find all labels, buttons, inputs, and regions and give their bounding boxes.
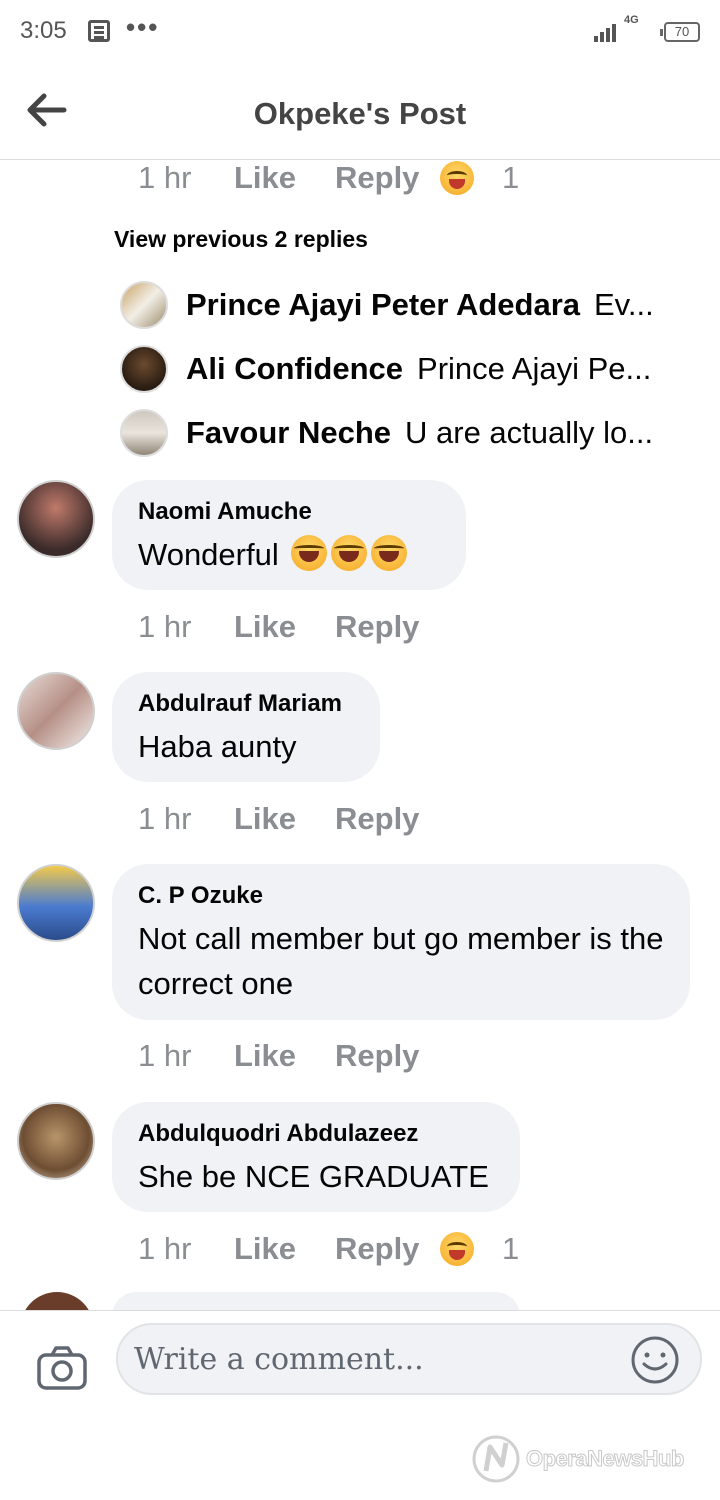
status-bar: 3:05 ••• 4G 70	[0, 0, 720, 64]
like-button[interactable]: Like	[234, 609, 335, 645]
comment-actions: 1 hr Like Reply	[138, 799, 440, 839]
comment-actions: 1 hr Like Reply 1	[138, 1229, 519, 1269]
comment-input[interactable]	[116, 1323, 702, 1395]
reply-text: U are actually lo...	[405, 415, 654, 450]
signal-icon	[594, 22, 620, 42]
comment-text-content: Wonderful	[138, 537, 279, 572]
like-button[interactable]: Like	[234, 1231, 335, 1267]
network-label: 4G	[624, 14, 639, 26]
camera-icon	[37, 1346, 87, 1390]
view-previous-replies-link[interactable]: View previous 2 replies	[114, 226, 368, 253]
avatar[interactable]	[17, 1102, 95, 1180]
header: Okpeke's Post	[0, 64, 720, 160]
comment-time: 1 hr	[138, 609, 192, 644]
reply-preview[interactable]: Ali Confidence Prince Ajayi Pe...	[120, 344, 690, 394]
laughing-reaction-icon[interactable]	[440, 161, 474, 195]
like-button[interactable]: Like	[234, 160, 335, 196]
reaction-count[interactable]: 1	[502, 160, 519, 196]
comment-time: 1 hr	[138, 801, 192, 836]
avatar[interactable]	[120, 345, 168, 393]
avatar[interactable]	[17, 480, 95, 558]
more-dots-icon: •••	[126, 12, 160, 42]
comment-text: Haba aunty	[138, 729, 297, 764]
comment-author[interactable]: Naomi Amuche	[138, 498, 440, 526]
reply-button[interactable]: Reply	[335, 609, 440, 645]
battery-icon: 70	[660, 22, 700, 42]
reply-preview[interactable]: Prince Ajayi Peter Adedara Ev...	[120, 280, 690, 330]
reply-text: Ev...	[594, 287, 654, 322]
page-title: Okpeke's Post	[253, 96, 467, 131]
comment-bubble: Abdulquodri Abdulazeez She be NCE GRADUA…	[112, 1102, 520, 1212]
opera-news-logo-icon	[472, 1435, 520, 1483]
comment-actions: 1 hr Like Reply 1	[138, 158, 519, 198]
comment-bubble: Naomi Amuche Wonderful	[112, 480, 466, 590]
avatar[interactable]	[120, 281, 168, 329]
comment-text: Wonderful	[138, 532, 440, 577]
tears-of-joy-emoji-icon	[371, 535, 408, 571]
emoji-button[interactable]	[630, 1335, 680, 1385]
reply-button[interactable]: Reply	[335, 801, 440, 837]
smiley-icon	[631, 1336, 679, 1384]
comment-text: Not call member but go member is the cor…	[138, 921, 664, 1001]
reply-author[interactable]: Prince Ajayi Peter Adedara	[186, 287, 580, 323]
comment-time: 1 hr	[138, 1231, 192, 1266]
like-button[interactable]: Like	[234, 801, 335, 837]
news-icon	[88, 20, 110, 42]
reaction-count[interactable]: 1	[502, 1231, 519, 1267]
avatar[interactable]	[17, 672, 95, 750]
comment-actions: 1 hr Like Reply	[138, 607, 440, 647]
reply-button[interactable]: Reply	[335, 160, 440, 196]
comment-time: 1 hr	[138, 160, 192, 195]
comment-author[interactable]: Abdulquodri Abdulazeez	[138, 1120, 494, 1148]
comment-bubble: C. P Ozuke Not call member but go member…	[112, 864, 690, 1020]
laughing-reaction-icon[interactable]	[440, 1232, 474, 1266]
comment-time: 1 hr	[138, 1038, 192, 1073]
reply-preview[interactable]: Favour Neche U are actually lo...	[120, 408, 690, 458]
watermark-text: OperaNewsHub	[526, 1446, 685, 1472]
reply-text: Prince Ajayi Pe...	[417, 351, 652, 386]
comment-author[interactable]: C. P Ozuke	[138, 882, 664, 910]
reply-button[interactable]: Reply	[335, 1038, 440, 1074]
comment-bubble: Abdulrauf Mariam Haba aunty	[112, 672, 380, 782]
reply-button[interactable]: Reply	[335, 1231, 440, 1267]
comment-author[interactable]: Abdulrauf Mariam	[138, 690, 354, 718]
reply-author[interactable]: Favour Neche	[186, 415, 391, 451]
tears-of-joy-emoji-icon	[331, 535, 368, 571]
comment-composer: OperaNewsHub	[0, 1310, 720, 1500]
tears-of-joy-emoji-icon	[291, 535, 328, 571]
watermark: OperaNewsHub	[466, 1431, 685, 1487]
comment-text: She be NCE GRADUATE	[138, 1159, 489, 1194]
camera-button[interactable]	[36, 1345, 88, 1391]
reply-author[interactable]: Ali Confidence	[186, 351, 403, 387]
status-time: 3:05	[20, 17, 67, 44]
avatar[interactable]	[17, 864, 95, 942]
comment-actions: 1 hr Like Reply	[138, 1036, 440, 1076]
avatar[interactable]	[120, 409, 168, 457]
like-button[interactable]: Like	[234, 1038, 335, 1074]
